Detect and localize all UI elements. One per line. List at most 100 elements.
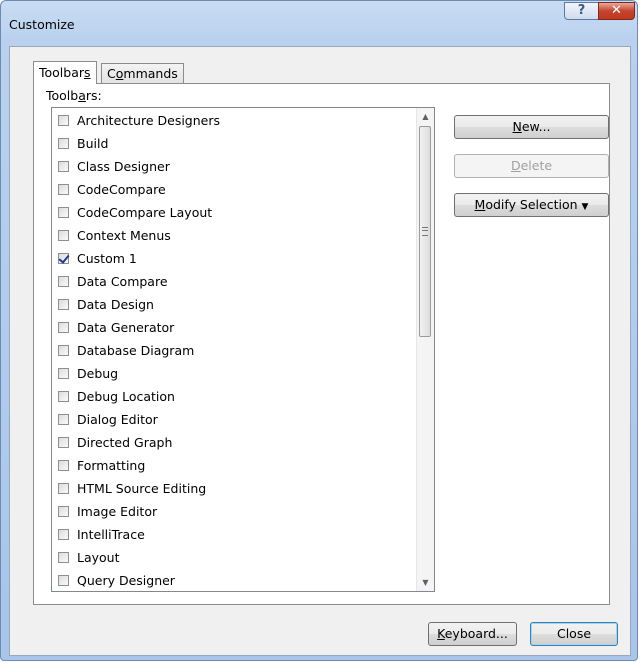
toolbar-list-item[interactable]: Formatting (58, 455, 145, 475)
toolbar-checkbox[interactable] (58, 160, 69, 172)
button-accesskey: K (437, 626, 445, 641)
toolbar-item-label: Custom 1 (77, 250, 137, 266)
toolbar-list-item[interactable]: Context Menus (58, 225, 171, 245)
keyboard-button[interactable]: Keyboard... (428, 622, 517, 646)
toolbar-list-item[interactable]: Build (58, 133, 108, 153)
grip-icon (422, 227, 428, 236)
toolbar-list-item[interactable]: CodeCompare Layout (58, 202, 212, 222)
toolbar-checkbox[interactable] (58, 344, 69, 356)
toolbar-list-item[interactable]: Architecture Designers (58, 110, 220, 130)
tab-label: Toolbar (39, 65, 85, 80)
button-accesskey: N (512, 119, 522, 134)
tab-label-accesskey: s (84, 65, 91, 80)
scrollbar-thumb[interactable] (419, 126, 431, 337)
toolbar-list-item[interactable]: HTML Source Editing (58, 478, 206, 498)
toolbar-checkbox[interactable] (58, 137, 69, 149)
toolbar-item-label: Database Diagram (77, 342, 195, 358)
toolbar-item-label: Debug (77, 365, 119, 381)
toolbar-checkbox[interactable] (58, 574, 69, 586)
label-text: rs: (85, 88, 102, 103)
toolbar-item-label: Context Menus (77, 227, 171, 243)
toolbar-item-label: Data Generator (77, 319, 175, 335)
toolbar-item-label: Formatting (77, 457, 146, 473)
button-label: elete (520, 158, 553, 173)
label-accesskey: a (78, 88, 86, 103)
scroll-down-arrow-icon[interactable]: ▼ (417, 574, 434, 591)
toolbar-list-item[interactable]: Image Editor (58, 501, 157, 521)
toolbar-checkbox[interactable] (58, 275, 69, 287)
toolbar-list-item[interactable]: Debug Location (58, 386, 175, 406)
window-close-button[interactable]: ✕ (598, 2, 635, 20)
button-accesskey: M (474, 197, 486, 212)
dialog-client-area: Toolbars Commands Toolbars: ▲ ▼ Architec… (9, 46, 631, 656)
window-title: Customize (9, 17, 75, 32)
tab-commands[interactable]: Commands (101, 63, 184, 83)
toolbar-checkbox[interactable] (58, 413, 69, 425)
toolbar-checkbox[interactable] (58, 252, 69, 264)
toolbars-list-label: Toolbars: (46, 88, 102, 103)
toolbar-item-label: Image Editor (77, 503, 158, 519)
toolbar-item-label: Layout (77, 549, 120, 565)
toolbar-item-label: CodeCompare (77, 181, 166, 197)
button-label: eyboard... (444, 626, 508, 641)
label-text: Toolb (46, 88, 79, 103)
toolbar-checkbox[interactable] (58, 505, 69, 517)
toolbar-checkbox[interactable] (58, 183, 69, 195)
tab-toolbars[interactable]: Toolbars (33, 61, 97, 84)
toolbar-list-item[interactable]: Layout (58, 547, 120, 567)
dropdown-arrow-icon: ▼ (581, 202, 589, 212)
close-button[interactable]: Close (530, 622, 618, 646)
list-scrollbar[interactable]: ▲ ▼ (416, 108, 434, 591)
toolbar-list-item[interactable]: IntelliTrace (58, 524, 145, 544)
toolbar-checkbox[interactable] (58, 206, 69, 218)
toolbar-checkbox[interactable] (58, 459, 69, 471)
toolbars-list[interactable]: ▲ ▼ Architecture Designers Build Class Des… (51, 107, 435, 592)
toolbar-checkbox[interactable] (58, 367, 69, 379)
toolbar-checkbox[interactable] (58, 390, 69, 402)
toolbar-list-item[interactable]: Class Designer (58, 156, 170, 176)
toolbar-item-label: CodeCompare Layout (77, 204, 213, 220)
toolbar-item-label: Debug Location (77, 388, 175, 404)
toolbar-checkbox[interactable] (58, 482, 69, 494)
toolbar-list-item[interactable]: Data Compare (58, 271, 168, 291)
close-icon: ✕ (611, 3, 622, 18)
toolbar-checkbox[interactable] (58, 551, 69, 563)
toolbar-item-label: HTML Source Editing (77, 480, 207, 496)
toolbar-checkbox[interactable] (58, 298, 69, 310)
toolbar-list-item[interactable]: Dialog Editor (58, 409, 158, 429)
tab-label: C (107, 66, 116, 81)
toolbar-list-item[interactable]: Directed Graph (58, 432, 172, 452)
toolbar-list-item[interactable]: Custom 1 (58, 248, 137, 268)
scroll-up-arrow-icon[interactable]: ▲ (417, 108, 434, 125)
toolbar-item-label: Data Design (77, 296, 154, 312)
toolbar-list-item[interactable]: Database Diagram (58, 340, 194, 360)
toolbar-item-label: Class Designer (77, 158, 170, 174)
toolbar-checkbox[interactable] (58, 321, 69, 333)
toolbar-item-label: Dialog Editor (77, 411, 158, 427)
toolbar-item-label: Architecture Designers (77, 112, 220, 128)
toolbar-item-label: Directed Graph (77, 434, 173, 450)
button-accesskey: D (510, 158, 521, 173)
toolbar-list-item[interactable]: Debug (58, 363, 118, 383)
toolbar-checkbox[interactable] (58, 229, 69, 241)
toolbar-item-label: Query Designer (77, 572, 175, 588)
toolbars-tab-panel: Toolbars: ▲ ▼ Architecture Designers Buil… (33, 83, 610, 605)
customize-dialog: Customize ? ✕ Toolbars Commands Toolbars… (0, 0, 638, 661)
button-label: ew... (521, 119, 551, 134)
toolbar-list-item[interactable]: Data Design (58, 294, 154, 314)
toolbar-item-label: Build (77, 135, 109, 151)
toolbar-checkbox[interactable] (58, 114, 69, 126)
toolbar-checkbox[interactable] (58, 528, 69, 540)
toolbar-list-item[interactable]: CodeCompare (58, 179, 166, 199)
help-icon: ? (577, 3, 586, 18)
toolbar-list-item[interactable]: Query Designer (58, 570, 175, 590)
toolbar-item-label: Data Compare (77, 273, 168, 289)
modify-selection-button[interactable]: Modify Selection ▼ (454, 193, 609, 217)
toolbar-list-item[interactable]: Data Generator (58, 317, 174, 337)
help-button[interactable]: ? (564, 2, 599, 20)
button-label: odify Selection (485, 197, 578, 212)
toolbar-item-label: IntelliTrace (77, 526, 145, 542)
delete-button[interactable]: Delete (454, 154, 609, 178)
new-button[interactable]: New... (454, 115, 609, 139)
toolbar-checkbox[interactable] (58, 436, 69, 448)
